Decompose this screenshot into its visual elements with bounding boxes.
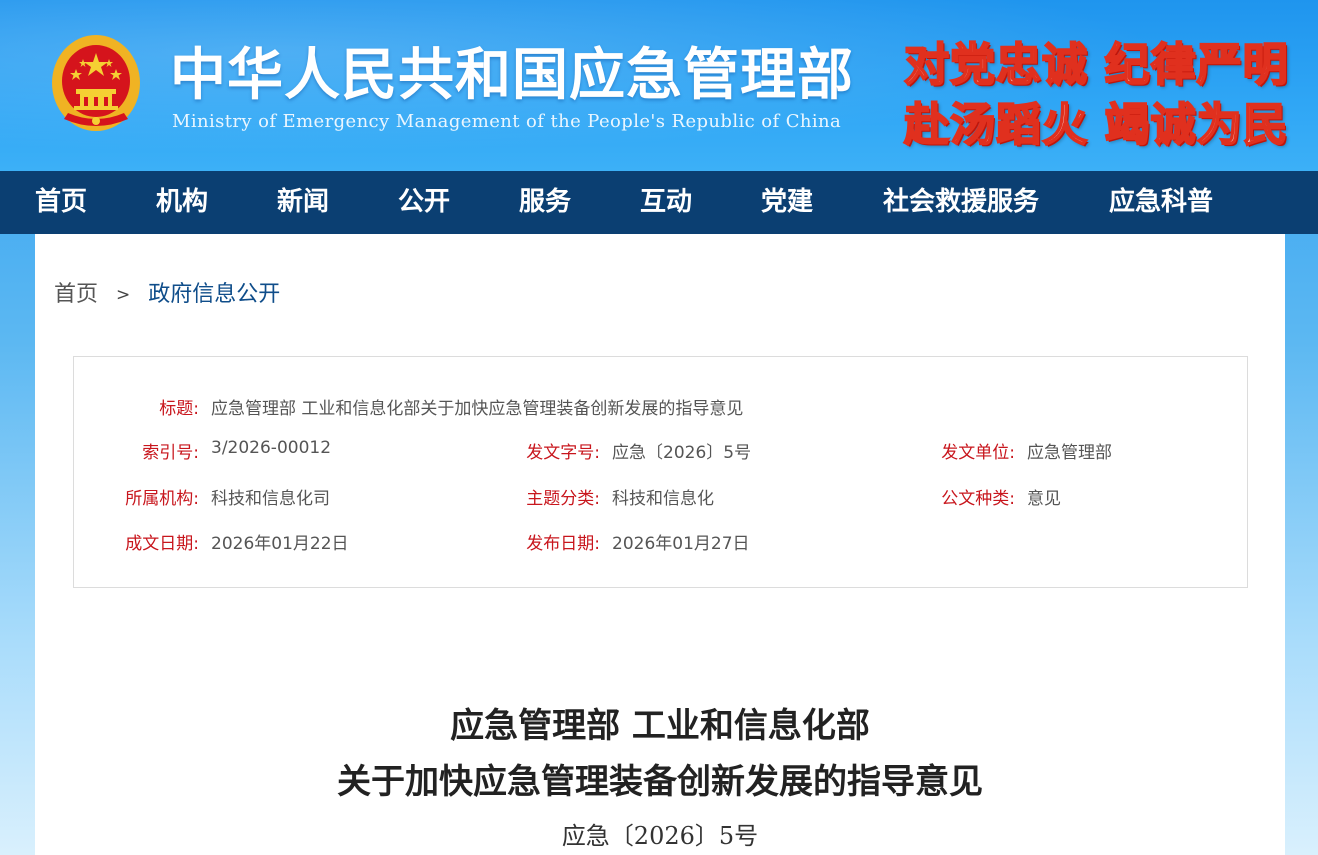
- info-index-value: 3/2026-00012: [211, 438, 332, 458]
- slogan-line-2: 赴汤蹈火 竭诚为民: [903, 97, 1289, 152]
- info-published-label: 发布日期:: [526, 534, 600, 554]
- info-title-label: 标题:: [159, 399, 199, 419]
- site-title[interactable]: 中华人民共和国应急管理部: [170, 30, 854, 111]
- info-created-label: 成文日期:: [125, 534, 199, 554]
- nav-item-rescue-services[interactable]: 社会救援服务: [883, 171, 1039, 234]
- nav-item-news[interactable]: 新闻: [277, 171, 329, 234]
- info-issuer-value: 应急管理部: [1027, 443, 1112, 463]
- site-subtitle-english: Ministry of Emergency Management of the …: [172, 111, 842, 132]
- breadcrumb-home[interactable]: 首页: [54, 282, 98, 307]
- info-topic-label: 主题分类:: [526, 489, 600, 509]
- main-nav: 首页 机构 新闻 公开 服务 互动 党建 社会救援服务 应急科普: [0, 171, 1318, 234]
- breadcrumb-separator: >: [116, 285, 131, 305]
- content-panel: 首页 > 政府信息公开 标题: 应急管理部 工业和信息化部关于加快应急管理装备创新发…: [35, 234, 1285, 855]
- info-docno-label: 发文字号:: [526, 443, 600, 463]
- nav-item-party[interactable]: 党建: [761, 171, 813, 234]
- nav-item-interaction[interactable]: 互动: [640, 171, 692, 234]
- nav-item-public-info[interactable]: 公开: [398, 171, 450, 234]
- slogan-line-1: 对党忠诚 纪律严明: [903, 37, 1289, 92]
- breadcrumb-current[interactable]: 政府信息公开: [148, 282, 280, 307]
- info-issuer-label: 发文单位:: [941, 443, 1015, 463]
- info-title-value: 应急管理部 工业和信息化部关于加快应急管理装备创新发展的指导意见: [211, 399, 744, 419]
- document-info-box: 标题: 应急管理部 工业和信息化部关于加快应急管理装备创新发展的指导意见 索引号…: [73, 356, 1248, 588]
- document-title-line-2: 关于加快应急管理装备创新发展的指导意见: [337, 762, 983, 802]
- info-row-4: 成文日期: 2026年01月22日 发布日期: 2026年01月27日: [74, 529, 1247, 554]
- info-type-label: 公文种类:: [941, 489, 1015, 509]
- info-row-3: 所属机构: 科技和信息化司 主题分类: 科技和信息化 公文种类: 意见: [74, 484, 1247, 509]
- nav-item-home[interactable]: 首页: [35, 171, 87, 234]
- info-topic-value: 科技和信息化: [612, 489, 714, 509]
- info-org-label: 所属机构:: [125, 489, 199, 509]
- info-type-value: 意见: [1027, 489, 1061, 509]
- info-published-value: 2026年01月27日: [612, 534, 750, 554]
- site-header: 中华人民共和国应急管理部 Ministry of Emergency Manag…: [0, 0, 1318, 171]
- info-row-2: 索引号: 3/2026-00012 发文字号: 应急〔2026〕5号 发文单位:…: [74, 438, 1247, 463]
- info-index-label: 索引号:: [142, 443, 199, 463]
- document-number: 应急〔2026〕5号: [561, 822, 759, 850]
- nav-item-organization[interactable]: 机构: [156, 171, 208, 234]
- breadcrumb: 首页 > 政府信息公开: [54, 276, 280, 308]
- document-title-line-1: 应急管理部 工业和信息化部: [450, 706, 870, 746]
- national-emblem-icon[interactable]: [50, 33, 142, 133]
- info-org-value: 科技和信息化司: [211, 489, 330, 509]
- nav-item-science[interactable]: 应急科普: [1109, 171, 1213, 234]
- info-created-value: 2026年01月22日: [211, 534, 349, 554]
- nav-item-services[interactable]: 服务: [519, 171, 571, 234]
- info-docno-value: 应急〔2026〕5号: [612, 443, 752, 463]
- info-row-title: 标题: 应急管理部 工业和信息化部关于加快应急管理装备创新发展的指导意见: [74, 394, 1247, 419]
